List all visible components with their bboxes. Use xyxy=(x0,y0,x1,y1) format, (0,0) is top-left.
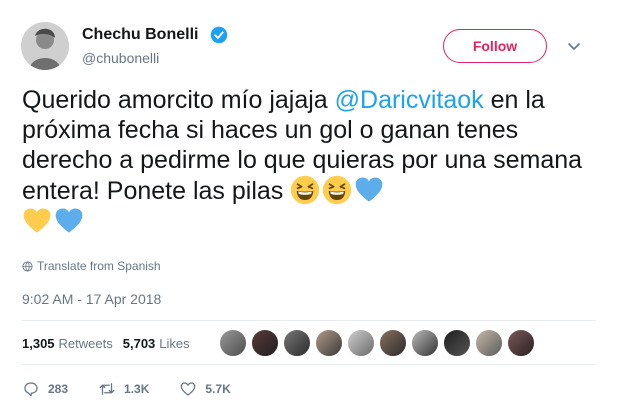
translate-link[interactable]: Translate from Spanish xyxy=(22,259,161,273)
tweet-stats: 1,305 Retweets 5,703 Likes xyxy=(22,336,200,351)
yellow-heart-icon xyxy=(23,208,51,233)
divider xyxy=(22,320,596,321)
reply-count: 283 xyxy=(48,382,69,396)
retweet-count: 1.3K xyxy=(124,382,150,396)
user-handle[interactable]: @chubonelli xyxy=(82,50,159,66)
blue-heart-icon xyxy=(55,208,83,233)
liker-avatar[interactable] xyxy=(475,329,503,357)
chevron-down-icon[interactable] xyxy=(566,38,582,54)
liker-avatar[interactable] xyxy=(411,329,439,357)
liker-avatar[interactable] xyxy=(507,329,535,357)
retweets-count: 1,305 xyxy=(22,336,55,351)
divider xyxy=(22,364,596,365)
like-count: 5.7K xyxy=(205,382,231,396)
like-button[interactable]: 5.7K xyxy=(179,380,231,398)
liker-avatar[interactable] xyxy=(379,329,407,357)
liker-avatar[interactable] xyxy=(251,329,279,357)
avatar[interactable] xyxy=(21,22,69,70)
liker-avatar[interactable] xyxy=(443,329,471,357)
blue-heart-icon xyxy=(355,177,383,202)
likes-count: 5,703 xyxy=(122,336,156,351)
likers-avatars xyxy=(219,329,539,357)
liker-avatar[interactable] xyxy=(315,329,343,357)
translate-label[interactable]: Translate from Spanish xyxy=(37,259,161,273)
retweet-icon xyxy=(99,383,115,395)
tweet-actions: 283 1.3K 5.7K xyxy=(22,380,261,398)
globe-icon xyxy=(22,260,33,272)
grinning-squinting-face-icon xyxy=(291,175,320,205)
liker-avatar[interactable] xyxy=(219,329,247,357)
mention-link[interactable]: @Daricvitaok xyxy=(335,86,484,114)
grinning-squinting-face-icon xyxy=(323,175,352,205)
retweets-label: Retweets xyxy=(58,336,113,351)
retweets-stat[interactable]: 1,305 Retweets xyxy=(22,336,113,351)
tweet-text-start: Querido amorcito mío jajaja xyxy=(22,86,335,114)
user-name[interactable]: Chechu Bonelli xyxy=(82,26,198,44)
heart-icon xyxy=(181,382,196,396)
liker-avatar[interactable] xyxy=(283,329,311,357)
tweet-card: Chechu Bonelli @chubonelli Follow Querid… xyxy=(0,0,618,411)
likes-label: Likes xyxy=(159,336,190,351)
retweet-button[interactable]: 1.3K xyxy=(98,380,149,398)
verified-badge-icon xyxy=(210,26,228,44)
reply-button[interactable]: 283 xyxy=(22,380,68,398)
timestamp[interactable]: 9:02 AM - 17 Apr 2018 xyxy=(22,291,161,307)
likes-stat[interactable]: 5,703 Likes xyxy=(123,336,190,351)
reply-icon xyxy=(24,382,38,397)
follow-button[interactable]: Follow xyxy=(443,29,547,63)
tweet-text: Querido amorcito mío jajaja @Daricvitaok… xyxy=(22,85,602,237)
liker-avatar[interactable] xyxy=(347,329,375,357)
